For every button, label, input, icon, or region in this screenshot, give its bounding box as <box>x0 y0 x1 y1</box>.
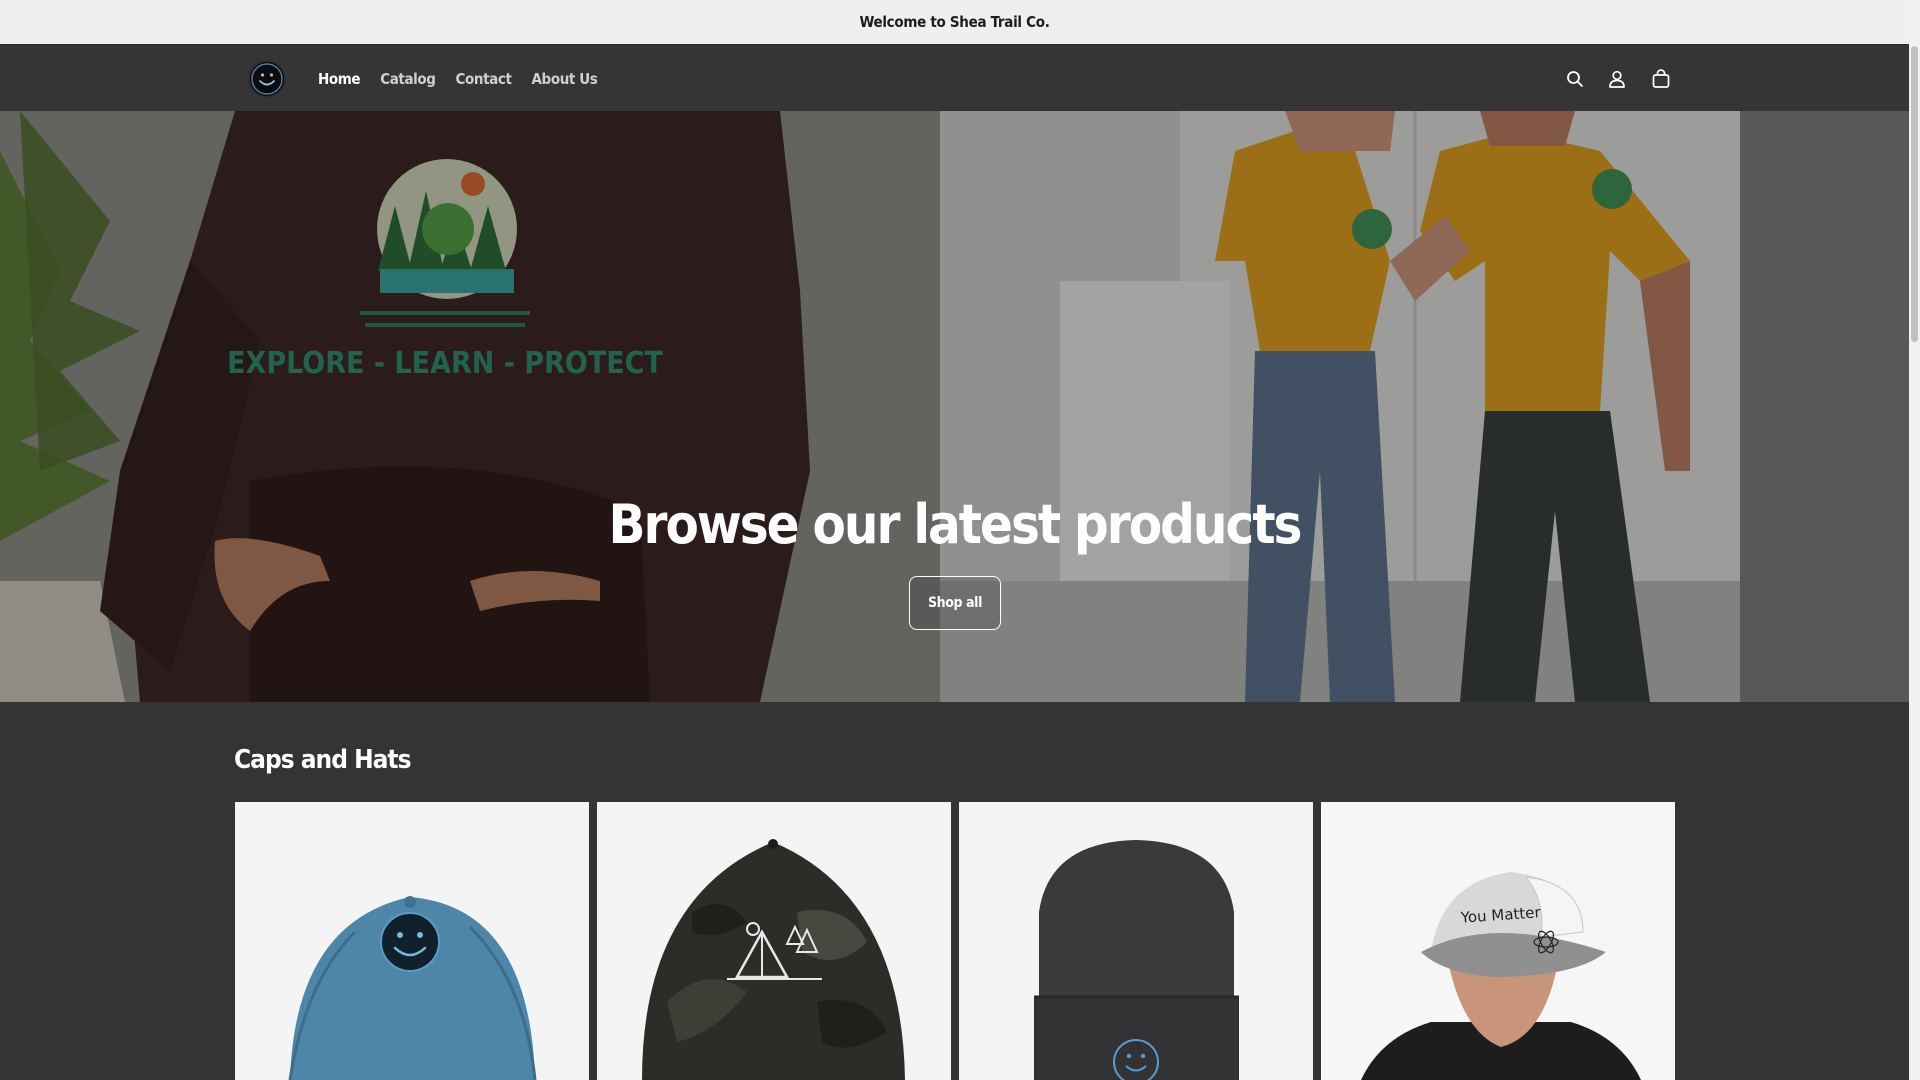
account-icon[interactable] <box>1605 67 1629 91</box>
nav-contact[interactable]: Contact <box>456 70 512 88</box>
nav-about-us[interactable]: About Us <box>532 70 598 88</box>
nav-home[interactable]: Home <box>318 70 361 88</box>
search-icon[interactable] <box>1563 67 1587 91</box>
product-card-beanie[interactable] <box>959 802 1313 1080</box>
product-card-denim-hat[interactable] <box>235 802 589 1080</box>
hero-banner: EXPLORE - LEARN - PROTECT Browse our lat… <box>0 111 1909 702</box>
page-scrollbar[interactable] <box>1909 0 1920 1080</box>
scrollbar-thumb[interactable] <box>1911 46 1918 342</box>
hero-title: Browse our latest products <box>608 493 1303 556</box>
announcement-bar: Welcome to Shea Trail Co. <box>0 0 1909 44</box>
camo-tent-cap-image <box>597 802 951 1080</box>
main-nav: Home Catalog Contact About Us <box>318 45 617 112</box>
product-card-camo-cap[interactable] <box>597 802 951 1080</box>
nav-catalog[interactable]: Catalog <box>380 70 436 88</box>
denim-smiley-hat-image <box>235 802 589 1080</box>
announcement-text: Welcome to Shea Trail Co. <box>859 13 1050 31</box>
charcoal-beanie-image <box>959 802 1313 1080</box>
collection-title: Caps and Hats <box>234 745 412 775</box>
shop-all-button[interactable]: Shop all <box>909 576 1001 630</box>
product-card-trucker-hat[interactable]: You Matter <box>1321 802 1675 1080</box>
site-header: Home Catalog Contact About Us <box>0 44 1909 111</box>
you-matter-trucker-hat-image: You Matter <box>1321 802 1675 1080</box>
cart-icon[interactable] <box>1649 67 1673 91</box>
smiley-logo-icon[interactable] <box>248 60 286 98</box>
